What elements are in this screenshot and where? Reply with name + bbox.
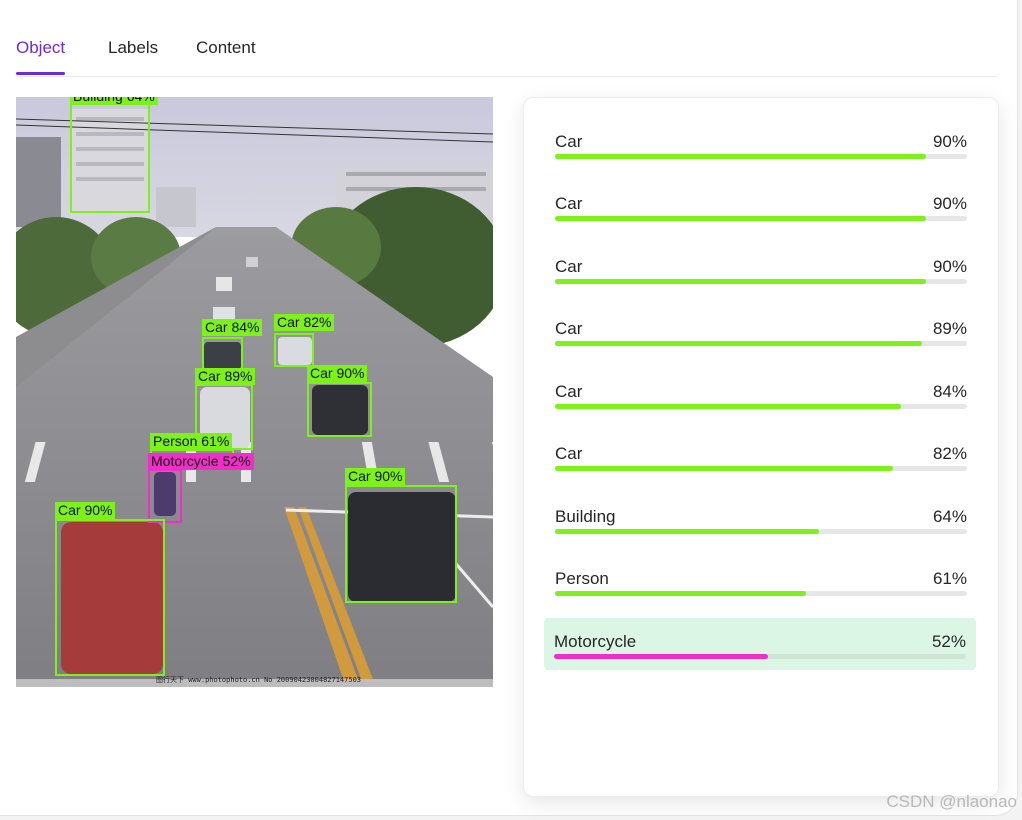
- result-percent: 89%: [932, 319, 967, 338]
- detection-label: Building 64%: [70, 97, 158, 105]
- result-name: Car: [555, 319, 583, 338]
- detection-label: Person 61%: [150, 433, 233, 450]
- result-row[interactable]: Person 61%: [545, 563, 977, 607]
- confidence-bar: [555, 341, 967, 346]
- watermark: CSDN @nlaonao: [886, 792, 1017, 811]
- confidence-bar: [555, 591, 967, 596]
- confidence-bar: [555, 154, 967, 159]
- result-name: Car: [555, 132, 583, 151]
- confidence-bar-fill: [555, 591, 807, 596]
- result-row[interactable]: Car 90%: [545, 126, 977, 170]
- confidence-bar: [555, 529, 967, 534]
- confidence-bar-fill: [555, 216, 926, 221]
- detection-box-car: [307, 382, 372, 437]
- result-row-selected[interactable]: Motorcycle 52%: [544, 618, 976, 670]
- tab-object[interactable]: Object: [16, 38, 66, 75]
- confidence-bar-fill: [555, 466, 893, 471]
- result-percent: 90%: [932, 194, 967, 213]
- result-percent: 52%: [931, 632, 966, 651]
- tab-content[interactable]: Content: [196, 38, 256, 58]
- confidence-bar-fill: [555, 404, 902, 409]
- detection-label: Car 82%: [274, 314, 335, 331]
- result-percent: 61%: [932, 569, 967, 588]
- result-name: Car: [555, 444, 583, 463]
- result-percent: 64%: [932, 507, 967, 526]
- confidence-bar-fill: [555, 341, 922, 346]
- detection-label: Car 84%: [202, 319, 263, 336]
- detection-label: Car 89%: [195, 368, 256, 385]
- confidence-bar-fill: [555, 529, 819, 534]
- result-row[interactable]: Car 90%: [545, 251, 977, 295]
- result-name: Person: [555, 569, 609, 588]
- result-row[interactable]: Building 64%: [545, 501, 977, 545]
- card: Object Labels Content 图行天下 www.photophot…: [0, 0, 1018, 816]
- result-row[interactable]: Car 89%: [545, 313, 977, 357]
- tab-labels[interactable]: Labels: [108, 38, 158, 58]
- result-row[interactable]: Car 90%: [545, 188, 977, 232]
- detection-label: Car 90%: [345, 468, 406, 485]
- result-percent: 90%: [932, 257, 967, 276]
- detection-image: 图行天下 www.photophoto.cn No 20090423004827…: [16, 97, 493, 687]
- result-name: Car: [555, 257, 583, 276]
- detection-label: Car 90%: [55, 502, 116, 519]
- confidence-bar: [555, 466, 967, 471]
- result-percent: 84%: [932, 382, 967, 401]
- detection-box-car: [55, 519, 165, 676]
- confidence-bar-fill: [554, 654, 769, 659]
- detection-box-motorcycle: [148, 469, 182, 523]
- result-name: Car: [555, 382, 583, 401]
- result-percent: 90%: [932, 132, 967, 151]
- result-row[interactable]: Car 82%: [545, 438, 977, 482]
- detection-label: Car 90%: [307, 365, 368, 382]
- confidence-bar-fill: [555, 154, 926, 159]
- confidence-bar: [555, 216, 967, 221]
- confidence-bar: [555, 279, 967, 284]
- confidence-bar-fill: [555, 279, 926, 284]
- confidence-bar: [554, 654, 966, 659]
- detection-box-building: [70, 103, 150, 213]
- confidence-bar: [555, 404, 967, 409]
- result-name: Car: [555, 194, 583, 213]
- result-percent: 82%: [932, 444, 967, 463]
- results-panel: Car 90% Car 90% Car 90% Car 89% Car 84% …: [523, 97, 999, 797]
- detection-box-car: [274, 333, 314, 367]
- photo-caption: 图行天下 www.photophoto.cn No 20090423004827…: [156, 676, 362, 684]
- result-row[interactable]: Car 84%: [545, 376, 977, 420]
- detection-label: Motorcycle 52%: [148, 453, 254, 470]
- result-name: Building: [555, 507, 616, 526]
- result-name: Motorcycle: [554, 632, 637, 651]
- detection-box-car: [345, 485, 457, 603]
- tab-bar: Object Labels Content: [16, 38, 997, 77]
